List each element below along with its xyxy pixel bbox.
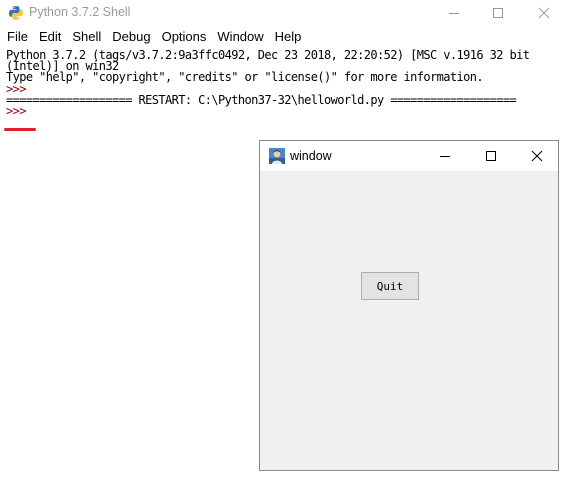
tk-window-title: window <box>290 149 332 163</box>
minimize-icon <box>449 13 459 14</box>
menu-help[interactable]: Help <box>275 27 302 47</box>
close-icon <box>531 150 543 162</box>
menu-debug[interactable]: Debug <box>112 27 150 47</box>
tk-maximize-button[interactable] <box>468 141 514 171</box>
tk-minimize-button[interactable] <box>422 141 468 171</box>
shell-close-button[interactable] <box>522 0 566 26</box>
tk-window: window Quit <box>259 140 559 471</box>
tk-app-icon <box>269 148 285 164</box>
console-line: Type "help", "copyright", "credits" or "… <box>6 70 484 85</box>
minimize-icon <box>440 156 450 157</box>
shell-title: Python 3.7.2 Shell <box>29 5 131 19</box>
console-prompt-active: >>> <box>6 103 33 118</box>
tk-close-button[interactable] <box>514 141 560 171</box>
menu-options[interactable]: Options <box>162 27 207 47</box>
quit-button[interactable]: Quit <box>361 272 419 300</box>
menu-window[interactable]: Window <box>217 27 263 47</box>
menu-file[interactable]: File <box>7 27 28 47</box>
python-app-icon <box>9 6 23 20</box>
shell-maximize-button[interactable] <box>476 0 520 26</box>
close-icon <box>538 7 550 19</box>
maximize-icon <box>493 8 503 18</box>
menu-bar: File Edit Shell Debug Options Window Hel… <box>0 27 572 47</box>
console-restart-line: =================== RESTART: C:\Python37… <box>6 92 517 107</box>
menu-shell[interactable]: Shell <box>72 27 101 47</box>
shell-minimize-button[interactable] <box>432 0 476 26</box>
shell-console[interactable]: Python 3.7.2 (tags/v3.7.2:9a3ffc0492, De… <box>6 49 566 118</box>
shell-titlebar[interactable]: Python 3.7.2 Shell <box>0 0 572 26</box>
menu-edit[interactable]: Edit <box>39 27 61 47</box>
prompt-annotation-underline <box>4 128 36 131</box>
maximize-icon <box>486 151 496 161</box>
tk-titlebar[interactable]: window <box>260 141 558 171</box>
